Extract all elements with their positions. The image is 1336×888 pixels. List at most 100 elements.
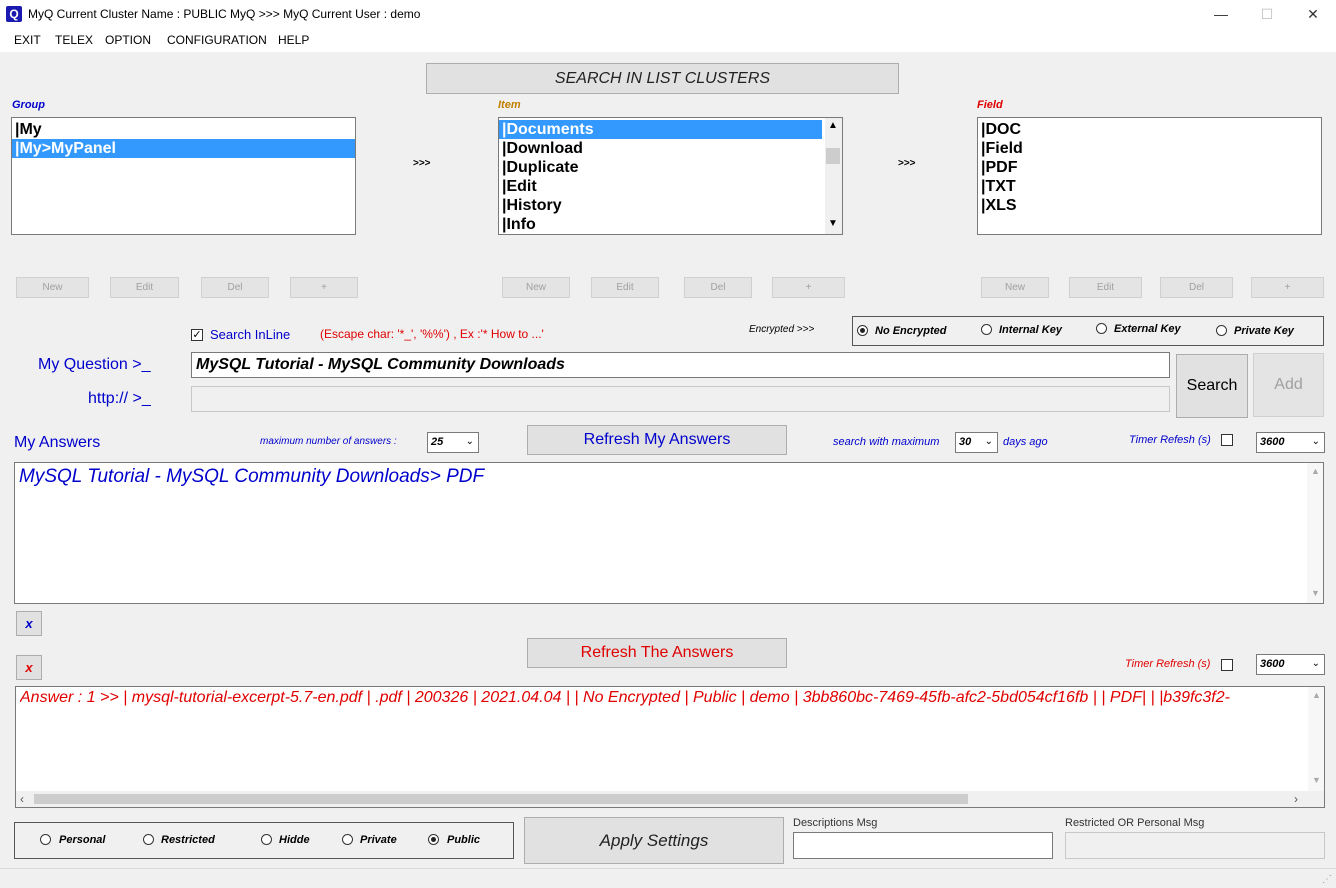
field-plus-button[interactable]: + [1251,277,1324,298]
field-item[interactable]: |Field [978,139,1321,158]
timer-select[interactable]: 3600 ⌄ [1256,432,1325,453]
arrow-group-item: >>> [413,158,431,169]
clear-the-answers-button[interactable]: x [16,655,42,680]
the-answers-vscrollbar[interactable]: ▲ ▼ [1308,687,1324,791]
chevron-down-icon: ⌄ [1311,436,1320,447]
public-radio[interactable] [428,834,439,845]
minimize-icon[interactable]: — [1198,0,1244,28]
answers-scrollbar[interactable]: ▲ ▼ [1307,463,1323,603]
timer-refresh-2-checkbox[interactable] [1221,659,1233,671]
menu-help[interactable]: HELP [278,33,309,47]
my-answers-text: MySQL Tutorial - MySQL Community Downloa… [19,466,485,487]
menu-configuration[interactable]: CONFIGURATION [167,33,267,47]
search-inline-label: Search InLine [210,327,291,342]
item-item-selected[interactable]: |Documents [499,120,822,139]
timer-2-select[interactable]: 3600 ⌄ [1256,654,1325,675]
group-del-button[interactable]: Del [201,277,269,298]
scroll-down-icon[interactable]: ▼ [1311,588,1320,598]
external-key-radio[interactable] [1096,323,1107,334]
private-key-radio[interactable] [1216,325,1227,336]
item-plus-button[interactable]: + [772,277,845,298]
add-button[interactable]: Add [1253,353,1324,417]
timer-value: 3600 [1260,436,1285,448]
descriptions-input[interactable] [793,832,1053,859]
search-inline-checkbox[interactable]: ✓ [191,329,203,341]
field-item[interactable]: |DOC [978,120,1321,139]
scroll-up-icon[interactable]: ▲ [1311,466,1320,476]
resize-grip-icon[interactable]: ⋰ [1322,874,1332,885]
menu-telex[interactable]: TELEX [55,33,93,47]
item-label: Item [498,99,521,111]
item-scrollbar[interactable]: ▲ ▼ [825,118,842,234]
menu-exit[interactable]: EXIT [14,33,41,47]
group-new-button[interactable]: New [16,277,89,298]
search-button[interactable]: Search [1176,354,1248,418]
close-icon[interactable]: ✕ [1290,0,1336,28]
group-item-selected[interactable]: |My>MyPanel [12,139,355,158]
refresh-the-answers-button[interactable]: Refresh The Answers [527,638,787,668]
http-label: http:// >_ [88,390,151,407]
item-edit-button[interactable]: Edit [591,277,659,298]
my-answers-textarea[interactable]: MySQL Tutorial - MySQL Community Downloa… [14,462,1324,604]
item-item[interactable]: |Download [499,139,842,158]
my-question-label: My Question >_ [38,356,151,373]
private-label: Private [360,834,397,846]
scroll-up-icon[interactable]: ▲ [828,120,838,131]
scroll-thumb[interactable] [826,148,840,164]
days-value: 30 [959,436,972,448]
internal-key-label: Internal Key [999,324,1062,336]
maximize-icon[interactable]: ☐ [1244,0,1290,28]
the-answers-textarea[interactable]: Answer : 1 >> | mysql-tutorial-excerpt-5… [15,686,1325,808]
scroll-right-icon[interactable]: › [1294,792,1298,806]
apply-settings-button[interactable]: Apply Settings [524,817,784,864]
item-item[interactable]: |Info [499,215,842,234]
menu-option[interactable]: OPTION [105,33,151,47]
arrow-item-field: >>> [898,158,916,169]
hidde-radio[interactable] [261,834,272,845]
scroll-down-icon[interactable]: ▼ [828,218,838,229]
public-label: Public [447,834,481,846]
clear-my-answers-button[interactable]: x [16,611,42,636]
field-item[interactable]: |XLS [978,196,1321,215]
timer-refresh-checkbox[interactable] [1221,434,1233,446]
field-item[interactable]: |PDF [978,158,1321,177]
hscroll-thumb[interactable] [34,794,968,804]
group-edit-button[interactable]: Edit [110,277,179,298]
external-key-label: External Key [1114,323,1181,335]
no-encrypted-radio[interactable] [857,325,868,336]
internal-key-radio[interactable] [981,324,992,335]
restricted-radio[interactable] [143,834,154,845]
item-item[interactable]: |History [499,196,842,215]
group-item[interactable]: |My [12,120,355,139]
item-del-button[interactable]: Del [684,277,752,298]
private-radio[interactable] [342,834,353,845]
field-new-button[interactable]: New [981,277,1049,298]
scroll-left-icon[interactable]: ‹ [20,792,24,806]
personal-radio[interactable] [40,834,51,845]
restricted-msg-input[interactable] [1065,832,1325,859]
timer-refresh-label: Timer Refesh (s) [1129,434,1211,446]
field-listbox[interactable]: |DOC |Field |PDF |TXT |XLS [977,117,1322,235]
hidde-label: Hidde [279,834,310,846]
max-answers-select[interactable]: 25 ⌄ [427,432,479,453]
group-plus-button[interactable]: + [290,277,358,298]
scroll-up-icon[interactable]: ▲ [1312,690,1321,700]
field-item[interactable]: |TXT [978,177,1321,196]
field-edit-button[interactable]: Edit [1069,277,1142,298]
search-clusters-button[interactable]: SEARCH IN LIST CLUSTERS [426,63,899,94]
item-listbox[interactable]: |Documents |Download |Duplicate |Edit |H… [498,117,843,235]
app-icon: Q [6,6,22,22]
days-select[interactable]: 30 ⌄ [955,432,998,453]
refresh-my-answers-button[interactable]: Refresh My Answers [527,425,787,455]
item-item[interactable]: |Edit [499,177,842,196]
item-item[interactable]: |Duplicate [499,158,842,177]
group-label: Group [12,99,45,111]
group-listbox[interactable]: |My |My>MyPanel [11,117,356,235]
field-del-button[interactable]: Del [1160,277,1233,298]
question-input[interactable]: MySQL Tutorial - MySQL Community Downloa… [191,352,1170,378]
scroll-down-icon[interactable]: ▼ [1312,775,1321,785]
http-input[interactable] [191,386,1170,412]
item-new-button[interactable]: New [502,277,570,298]
personal-label: Personal [59,834,106,846]
the-answers-hscrollbar[interactable]: ‹ › [16,791,1324,807]
